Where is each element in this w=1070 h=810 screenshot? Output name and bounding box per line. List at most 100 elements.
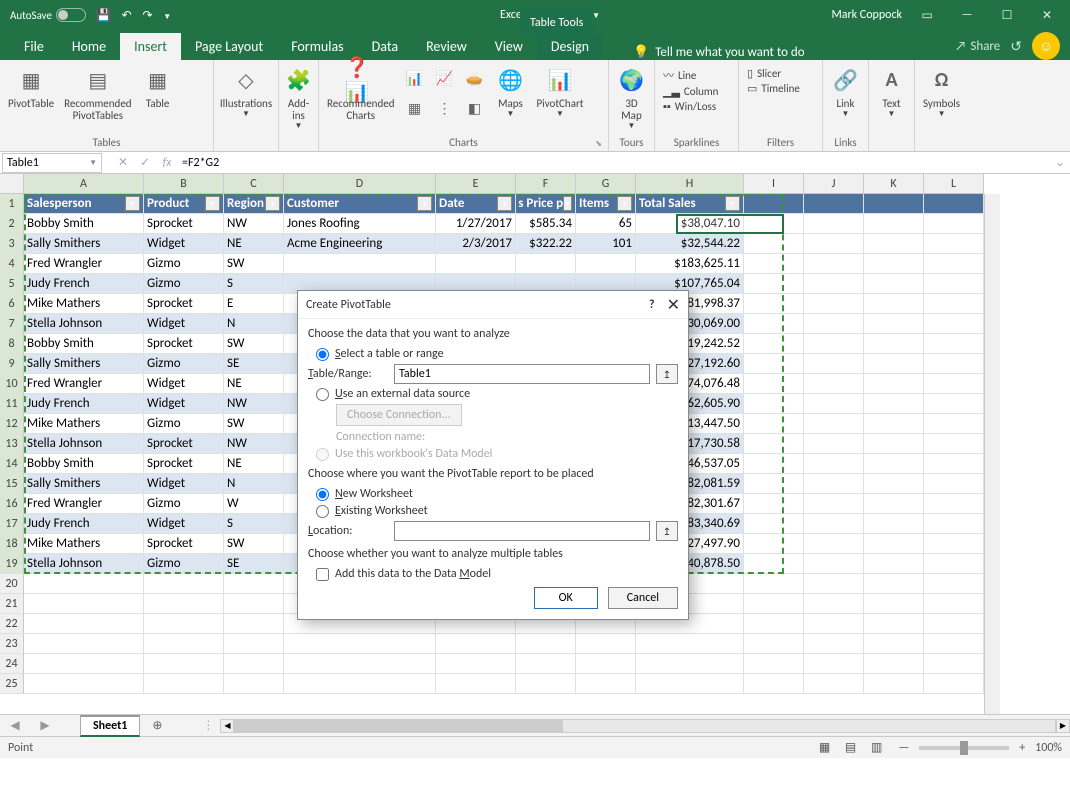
cell-A23[interactable]	[24, 634, 144, 654]
cell-C22[interactable]	[224, 614, 284, 634]
cell-L3[interactable]	[924, 234, 984, 254]
text-button[interactable]: A Text▼	[873, 62, 910, 121]
cell-L24[interactable]	[924, 654, 984, 674]
cell-A20[interactable]	[24, 574, 144, 594]
cell-A15[interactable]: Sally Smithers	[24, 474, 144, 494]
undo-icon[interactable]: ↶	[118, 9, 136, 23]
cell-A24[interactable]	[24, 654, 144, 674]
cell-K13[interactable]	[864, 434, 924, 454]
location-picker-button[interactable]: ↥	[656, 521, 678, 541]
pie-chart-button[interactable]: 🥧	[460, 66, 488, 94]
pivotchart-button[interactable]: 📊 PivotChart▼	[532, 62, 587, 121]
cell-J3[interactable]	[804, 234, 864, 254]
cell-E24[interactable]	[436, 654, 516, 674]
header-cell-D[interactable]: Customer▼	[284, 194, 436, 214]
cell-I20[interactable]	[744, 574, 804, 594]
row-header-12[interactable]: 12	[0, 414, 24, 434]
column-header-F[interactable]: F	[516, 174, 576, 194]
cell-F2[interactable]: $585.34	[516, 214, 576, 234]
cell-A12[interactable]: Mike Mathers	[24, 414, 144, 434]
cell-B9[interactable]: Gizmo	[144, 354, 224, 374]
tell-me-search[interactable]: 💡 Tell me what you want to do	[633, 45, 805, 60]
cell-I14[interactable]	[744, 454, 804, 474]
cell-I8[interactable]	[744, 334, 804, 354]
header-cell-L[interactable]	[924, 194, 984, 214]
scroll-left-icon[interactable]: ◀	[220, 719, 234, 733]
dialog-close-button[interactable]: ✕	[667, 295, 680, 315]
filter-button[interactable]: ▼	[125, 196, 140, 211]
cell-B8[interactable]: Sprocket	[144, 334, 224, 354]
cell-J5[interactable]	[804, 274, 864, 294]
cell-J23[interactable]	[804, 634, 864, 654]
cell-F3[interactable]: $322.22	[516, 234, 576, 254]
cell-L13[interactable]	[924, 434, 984, 454]
share-button[interactable]: ↗ Share	[955, 39, 1000, 54]
row-header-21[interactable]: 21	[0, 594, 24, 614]
radio-new-worksheet[interactable]: New Worksheet	[316, 487, 678, 501]
cell-B16[interactable]: Gizmo	[144, 494, 224, 514]
cell-I21[interactable]	[744, 594, 804, 614]
cell-H25[interactable]	[636, 674, 744, 694]
cell-I24[interactable]	[744, 654, 804, 674]
cell-K23[interactable]	[864, 634, 924, 654]
cell-B11[interactable]: Widget	[144, 394, 224, 414]
filter-button[interactable]: ▼	[205, 196, 220, 211]
feedback-smiley-icon[interactable]: ☺	[1032, 32, 1060, 60]
cell-D24[interactable]	[284, 654, 436, 674]
row-header-22[interactable]: 22	[0, 614, 24, 634]
cell-C19[interactable]: SE	[224, 554, 284, 574]
ok-button[interactable]: OK	[534, 587, 598, 609]
cell-F24[interactable]	[516, 654, 576, 674]
hierarchy-chart-button[interactable]: ▦	[400, 96, 428, 124]
column-header-I[interactable]: I	[744, 174, 804, 194]
cell-C3[interactable]: NE	[224, 234, 284, 254]
cell-C25[interactable]	[224, 674, 284, 694]
cell-L25[interactable]	[924, 674, 984, 694]
expand-formula-bar-icon[interactable]: ⌄	[1050, 155, 1070, 170]
cell-K24[interactable]	[864, 654, 924, 674]
radio-new-worksheet-input[interactable]	[316, 488, 329, 501]
combo-chart-button[interactable]: ◧	[460, 96, 488, 124]
cell-L19[interactable]	[924, 554, 984, 574]
row-header-6[interactable]: 6	[0, 294, 24, 314]
column-header-B[interactable]: B	[144, 174, 224, 194]
cell-I16[interactable]	[744, 494, 804, 514]
cell-A4[interactable]: Fred Wrangler	[24, 254, 144, 274]
cell-C17[interactable]: S	[224, 514, 284, 534]
row-header-13[interactable]: 13	[0, 434, 24, 454]
cell-A17[interactable]: Judy French	[24, 514, 144, 534]
cell-I18[interactable]	[744, 534, 804, 554]
checkbox-add-to-data-model[interactable]: Add this data to the Data Model	[316, 567, 678, 581]
cell-C23[interactable]	[224, 634, 284, 654]
cell-L4[interactable]	[924, 254, 984, 274]
cell-L16[interactable]	[924, 494, 984, 514]
cell-L7[interactable]	[924, 314, 984, 334]
cell-A22[interactable]	[24, 614, 144, 634]
cell-B24[interactable]	[144, 654, 224, 674]
cell-J9[interactable]	[804, 354, 864, 374]
header-cell-G[interactable]: Items▼	[576, 194, 636, 214]
cell-L14[interactable]	[924, 454, 984, 474]
autosave-toggle[interactable]: AutoSave	[10, 8, 86, 22]
radio-select-table-input[interactable]	[316, 348, 329, 361]
minimize-button[interactable]: —	[952, 1, 982, 29]
cell-K15[interactable]	[864, 474, 924, 494]
cell-L22[interactable]	[924, 614, 984, 634]
row-header-25[interactable]: 25	[0, 674, 24, 694]
column-header-A[interactable]: A	[24, 174, 144, 194]
cell-D2[interactable]: Jones Roofing	[284, 214, 436, 234]
range-picker-button[interactable]: ↥	[656, 364, 678, 384]
radio-existing-worksheet[interactable]: Existing Worksheet	[316, 504, 678, 518]
cell-A7[interactable]: Stella Johnson	[24, 314, 144, 334]
row-header-11[interactable]: 11	[0, 394, 24, 414]
insert-function-button[interactable]: fx	[156, 156, 178, 170]
cell-B5[interactable]: Gizmo	[144, 274, 224, 294]
cell-A2[interactable]: Bobby Smith	[24, 214, 144, 234]
cell-K8[interactable]	[864, 334, 924, 354]
header-cell-F[interactable]: s Price p▼	[516, 194, 576, 214]
cell-C6[interactable]: E	[224, 294, 284, 314]
history-icon[interactable]: ↺	[1010, 38, 1022, 55]
header-cell-E[interactable]: Date▼	[436, 194, 516, 214]
filter-button[interactable]: ▼	[497, 196, 512, 211]
cell-F4[interactable]	[516, 254, 576, 274]
